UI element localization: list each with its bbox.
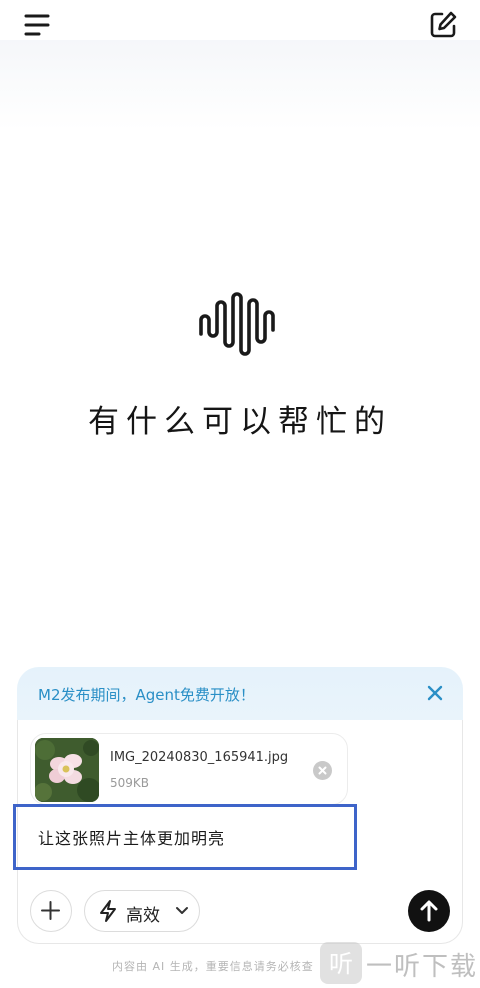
menu-button[interactable] <box>24 12 52 38</box>
plus-icon <box>41 901 60 920</box>
send-button[interactable] <box>408 890 450 932</box>
svg-text:听: 听 <box>329 950 353 978</box>
ai-disclaimer: 内容由 AI 生成，重要信息请务必核查 <box>112 960 314 973</box>
page-headline: 有什么可以帮忙的 <box>88 404 392 440</box>
highlight-box <box>13 804 357 870</box>
attachment-thumbnail[interactable] <box>35 738 99 802</box>
mode-label: 高效 <box>126 906 160 926</box>
top-bar <box>0 0 480 60</box>
close-icon <box>427 685 443 701</box>
add-button[interactable] <box>30 890 72 932</box>
watermark-logo-icon: 听 <box>320 942 362 984</box>
remove-attachment-button[interactable] <box>313 761 332 780</box>
waveform-logo-icon <box>196 290 284 356</box>
promo-banner-text: M2发布期间，Agent免费开放！ <box>38 686 255 704</box>
lightning-icon <box>100 900 116 922</box>
promo-close-button[interactable] <box>424 682 446 704</box>
chevron-down-icon <box>176 907 188 914</box>
remove-attachment-icon <box>318 766 327 775</box>
menu-icon <box>24 14 50 36</box>
arrow-up-icon <box>420 900 438 922</box>
mode-selector[interactable]: 高效 <box>84 890 200 932</box>
edit-icon <box>430 11 457 38</box>
attachment-file-name: IMG_20240830_165941.jpg <box>110 750 289 765</box>
attachment-file-size: 509KB <box>110 776 150 790</box>
watermark-text: 一听下载 <box>366 952 479 982</box>
new-chat-button[interactable] <box>426 8 460 42</box>
